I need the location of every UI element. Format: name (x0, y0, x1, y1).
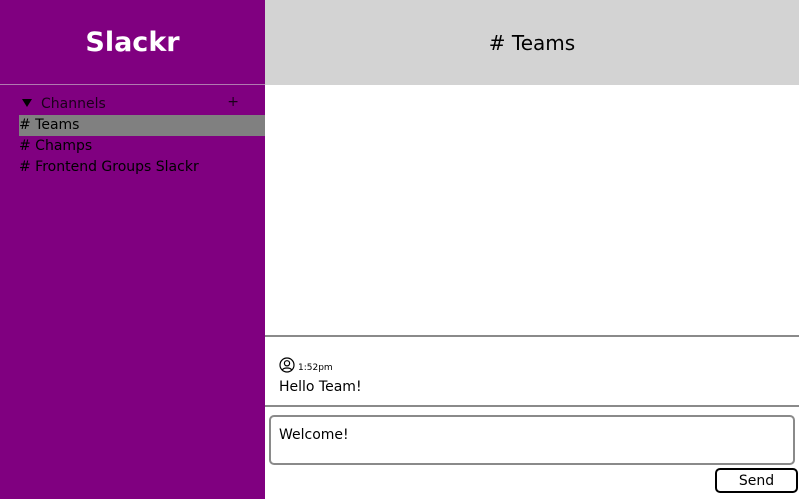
channels-section-header[interactable]: Channels + (19, 94, 245, 114)
app-window: Slackr Channels + # Teams # Champs # Fro… (0, 0, 799, 499)
message-item: 1:52pm Hello Team! (279, 355, 779, 395)
send-button[interactable]: Send (715, 468, 798, 493)
channel-list: # Teams # Champs # Frontend Groups Slack… (19, 115, 265, 178)
sidebar-item-teams[interactable]: # Teams (19, 115, 265, 136)
sidebar-item-frontend-groups-slackr[interactable]: # Frontend Groups Slackr (19, 157, 265, 178)
divider (265, 405, 799, 407)
app-logo-title: Slackr (85, 26, 180, 58)
channel-header: # Teams (265, 0, 799, 85)
messages-area[interactable] (265, 85, 799, 335)
divider (265, 335, 799, 337)
user-circle-icon[interactable] (279, 357, 295, 373)
channel-title: # Teams (488, 30, 576, 55)
message-text: Hello Team! (279, 379, 362, 395)
main-panel: # Teams 1:52pm Hello Team! Welcome! Send (265, 0, 799, 499)
add-channel-button[interactable]: + (227, 94, 239, 110)
message-timestamp: 1:52pm (298, 363, 333, 373)
message-meta: 1:52pm (279, 355, 779, 373)
channels-section-label: Channels (41, 96, 106, 112)
sidebar: Slackr Channels + # Teams # Champs # Fro… (0, 0, 265, 499)
caret-down-icon[interactable] (22, 99, 32, 107)
brand-header: Slackr (0, 0, 265, 85)
sidebar-item-champs[interactable]: # Champs (19, 136, 265, 157)
message-input[interactable]: Welcome! (269, 415, 795, 465)
